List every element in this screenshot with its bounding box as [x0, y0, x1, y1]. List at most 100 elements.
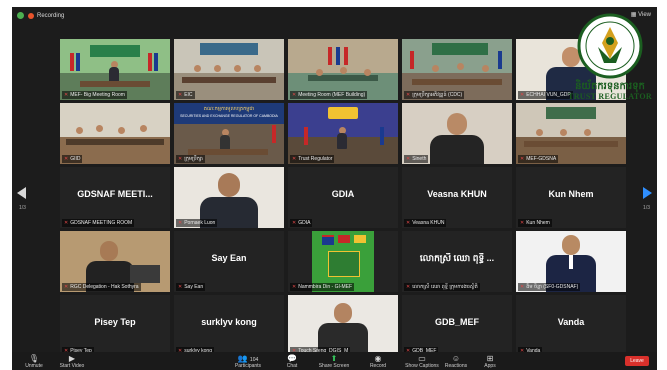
next-page-icon[interactable] [643, 187, 652, 199]
chat-button[interactable]: 💬 Chat [270, 354, 314, 369]
participant-tile[interactable]: GDB_MEF ✕ GDB_MEF [402, 295, 512, 356]
muted-mic-icon: ✕ [64, 220, 69, 226]
start-video-button[interactable]: ▶ Start Video [50, 354, 94, 369]
recording-indicator-icon [28, 12, 34, 19]
participant-tile[interactable]: ✕ Meeting Room (MEF Building) [288, 39, 398, 100]
participant-display-name: Pisey Tep [94, 317, 136, 327]
participant-name: ✕ Pornaek Luon [176, 219, 218, 227]
participant-name: ✕ ងិម ចិន្តា (SF0-GDSNAF) [518, 283, 581, 291]
page-indicator-right: 1/3 [643, 205, 650, 211]
muted-mic-icon: ✕ [292, 156, 297, 162]
leave-button[interactable]: Leave [625, 356, 649, 366]
participant-tile[interactable]: GDSNAF MEETI... ✕ GDSNAF MEETING ROOM [60, 167, 170, 228]
muted-mic-icon: ✕ [292, 220, 297, 226]
participant-name: ✕ ក្រុមប្រឹក្សាអភិវឌ្ឍន៍ (CDC) [404, 91, 465, 99]
apps-button[interactable]: ⊞ Apps [468, 354, 512, 369]
muted-mic-icon: ✕ [292, 284, 297, 290]
participant-display-name: Veasna KHUN [427, 189, 487, 199]
security-shield-icon[interactable] [17, 12, 24, 19]
participant-name: ✕ Meeting Room (MEF Building) [290, 91, 368, 99]
banner-subtext: SECURITIES AND EXCHANGE REGULATOR OF CAM… [180, 114, 278, 118]
muted-mic-icon: ✕ [406, 92, 411, 98]
meeting-toolbar: 🎙 Unmute ▶ Start Video 👥 104 Participant… [12, 352, 657, 370]
participant-display-name: Kun Nhem [548, 189, 594, 199]
trust-regulator-logo: និយ័តករទុនការទុក TRUST REGULATOR [558, 13, 662, 101]
participant-display-name: Say Ean [211, 253, 247, 263]
record-icon: ◉ [374, 354, 382, 363]
participant-tile[interactable]: ✕ Nammbira Din - GI-MEF [288, 231, 398, 292]
participant-name: ✕ MEF- Big Meeting Room [62, 91, 127, 99]
participant-display-name: លោកស្រី ឈោ ពុទ្ធី ... [419, 253, 495, 263]
participant-name: ✕ Say Ean [176, 283, 206, 291]
muted-mic-icon: ✕ [292, 92, 297, 98]
participant-display-name: Vanda [557, 317, 585, 327]
participant-tile[interactable]: គណៈកម្មការមូលបត្រកម្ពុជា SECURITIES AND … [174, 103, 284, 164]
muted-mic-icon: ✕ [178, 284, 183, 290]
participants-button[interactable]: 👥 104 Participants [226, 354, 270, 369]
participant-tile[interactable]: ✕ Trust Regulator [288, 103, 398, 164]
muted-mic-icon: ✕ [520, 156, 525, 162]
logo-english-text: TRUST REGULATOR [568, 92, 652, 101]
participant-name: ✕ Trust Regulator [290, 155, 335, 163]
participant-name: ✕ MEF-GDSNA [518, 155, 559, 163]
record-button[interactable]: ◉ Record [356, 354, 400, 369]
participant-tile[interactable]: Say Ean ✕ Say Ean [174, 231, 284, 292]
recording-status: Recording [37, 12, 65, 19]
participant-tile[interactable]: Vanda ✕ Vanda [516, 295, 626, 356]
muted-mic-icon: ✕ [520, 220, 525, 226]
participant-display-name: surklyv kong [201, 317, 257, 327]
muted-mic-icon: ✕ [178, 92, 183, 98]
muted-mic-icon: ✕ [178, 156, 183, 162]
apps-icon: ⊞ [486, 354, 494, 363]
video-camera-icon: ▶ [68, 354, 76, 363]
participant-tile[interactable]: ✕ MEF-GDSNA [516, 103, 626, 164]
previous-page-icon[interactable] [17, 187, 26, 199]
banner-text: គណៈកម្មការមូលបត្រកម្ពុជា [203, 106, 255, 112]
share-screen-button[interactable]: ⬆ Share Screen [312, 354, 356, 369]
participant-tile[interactable]: Kun Nhem ✕ Kun Nhem [516, 167, 626, 228]
muted-mic-icon: ✕ [64, 284, 69, 290]
participant-display-name: GDB_MEF [434, 317, 479, 327]
muted-mic-icon: ✕ [406, 220, 411, 226]
logo-emblem-icon [577, 13, 643, 79]
participant-display-name: GDSNAF MEETI... [77, 189, 153, 199]
video-grid: ✕ MEF- Big Meeting Room ✕ EIC ✕ Meeting Roo… [60, 39, 627, 359]
participant-tile[interactable]: ✕ Sineth [402, 103, 512, 164]
participant-tile[interactable]: Veasna KHUN ✕ Veasna KHUN [402, 167, 512, 228]
muted-mic-icon: ✕ [64, 156, 69, 162]
muted-mic-icon: ✕ [520, 92, 525, 98]
participant-tile[interactable]: ✕ GIID [60, 103, 170, 164]
participants-icon: 👥 104 [237, 354, 259, 363]
participant-tile[interactable]: Pisey Tep ✕ Pisey Tep [60, 295, 170, 356]
muted-mic-icon: ✕ [64, 92, 69, 98]
participant-tile[interactable]: ✕ EIC [174, 39, 284, 100]
participant-tile[interactable]: GDIA ✕ GDIA [288, 167, 398, 228]
participant-tile[interactable]: ✕ MEF- Big Meeting Room [60, 39, 170, 100]
muted-mic-icon: ✕ [178, 220, 183, 226]
participant-tile[interactable]: ✕ Touch Sreng_DGIS_M [288, 295, 398, 356]
participant-name: ✕ EIC [176, 91, 195, 99]
share-screen-icon: ⬆ [330, 354, 338, 363]
muted-mic-icon: ✕ [406, 156, 411, 162]
page-indicator-left: 1/3 [19, 205, 26, 211]
muted-mic-icon: ✕ [406, 284, 411, 290]
participant-tile[interactable]: ✕ ក្រុមប្រឹក្សាអភិវឌ្ឍន៍ (CDC) [402, 39, 512, 100]
participant-tile[interactable]: លោកស្រី ឈោ ពុទ្ធី ... ✕ លោកស្រី ឈោ ពុទ្ធី… [402, 231, 512, 292]
muted-mic-icon: ✕ [520, 284, 525, 290]
participant-name: ✕ GDSNAF MEETING ROOM [62, 219, 135, 227]
participant-name: ✕ Sineth [404, 155, 429, 163]
participant-tile[interactable]: surklyv kong ✕ surklyv kong [174, 295, 284, 356]
participant-name: ✕ GDIA [290, 219, 313, 227]
participant-tile[interactable]: ✕ Pornaek Luon [174, 167, 284, 228]
participant-name: ✕ Kun Nhem [518, 219, 552, 227]
participant-tile[interactable]: ✕ RGC Delegation - Hak Sothyra [60, 231, 170, 292]
chat-bubble-icon: 💬 [287, 354, 297, 363]
participant-name: ✕ Veasna KHUN [404, 219, 447, 227]
participant-tile[interactable]: ✕ ងិម ចិន្តា (SF0-GDSNAF) [516, 231, 626, 292]
participant-name: ✕ GIID [62, 155, 83, 163]
participant-name: ✕ Nammbira Din - GI-MEF [290, 283, 355, 291]
participant-display-name: GDIA [331, 189, 355, 199]
participant-name: ✕ លោកស្រី ឈោ ពុទ្ធី ក្រុមការងារស្ថិតិ [404, 283, 480, 291]
participant-name: ✕ ក្រុមប្រឹក្សា [176, 155, 205, 163]
participant-name: ✕ RGC Delegation - Hak Sothyra [62, 283, 141, 291]
